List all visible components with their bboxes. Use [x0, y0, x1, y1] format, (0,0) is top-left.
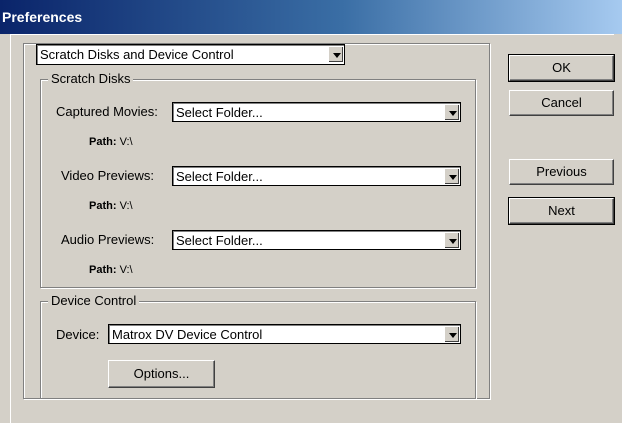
captured-movies-path: Path: V:\ [89, 136, 133, 148]
previous-button[interactable]: Previous [509, 159, 614, 185]
chevron-down-icon[interactable] [328, 46, 343, 62]
chevron-down-icon[interactable] [444, 168, 459, 184]
cancel-button[interactable]: Cancel [509, 90, 614, 116]
device-select-value: Matrox DV Device Control [112, 327, 263, 342]
category-select-value: Scratch Disks and Device Control [40, 47, 234, 62]
captured-movies-label: Captured Movies: [56, 104, 158, 119]
video-previews-label: Video Previews: [61, 168, 154, 183]
path-value: V:\ [119, 264, 133, 276]
device-select[interactable]: Matrox DV Device Control [108, 324, 461, 344]
video-previews-value: Select Folder... [176, 169, 263, 184]
device-control-legend: Device Control [48, 293, 140, 308]
chevron-down-icon[interactable] [444, 232, 459, 248]
path-label: Path: [89, 136, 117, 148]
video-previews-select[interactable]: Select Folder... [172, 166, 461, 186]
next-button[interactable]: Next [508, 197, 615, 225]
chevron-down-icon[interactable] [444, 326, 459, 342]
chevron-down-icon[interactable] [444, 104, 459, 120]
device-control-group [40, 301, 476, 399]
category-select[interactable]: Scratch Disks and Device Control [36, 44, 345, 65]
captured-movies-value: Select Folder... [176, 105, 263, 120]
ok-button[interactable]: OK [508, 54, 615, 82]
path-label: Path: [89, 200, 117, 212]
device-label: Device: [56, 327, 100, 342]
window-title: Preferences [2, 9, 83, 25]
scratch-disks-legend: Scratch Disks [48, 71, 134, 86]
title-bar[interactable]: Preferences [0, 0, 622, 34]
path-value: V:\ [119, 200, 133, 212]
video-previews-path: Path: V:\ [89, 200, 133, 212]
audio-previews-select[interactable]: Select Folder... [172, 230, 461, 250]
captured-movies-select[interactable]: Select Folder... [172, 102, 461, 122]
options-button[interactable]: Options... [108, 360, 215, 388]
path-value: V:\ [119, 136, 133, 148]
audio-previews-value: Select Folder... [176, 233, 263, 248]
path-label: Path: [89, 264, 117, 276]
audio-previews-path: Path: V:\ [89, 264, 133, 276]
audio-previews-label: Audio Previews: [61, 232, 155, 247]
